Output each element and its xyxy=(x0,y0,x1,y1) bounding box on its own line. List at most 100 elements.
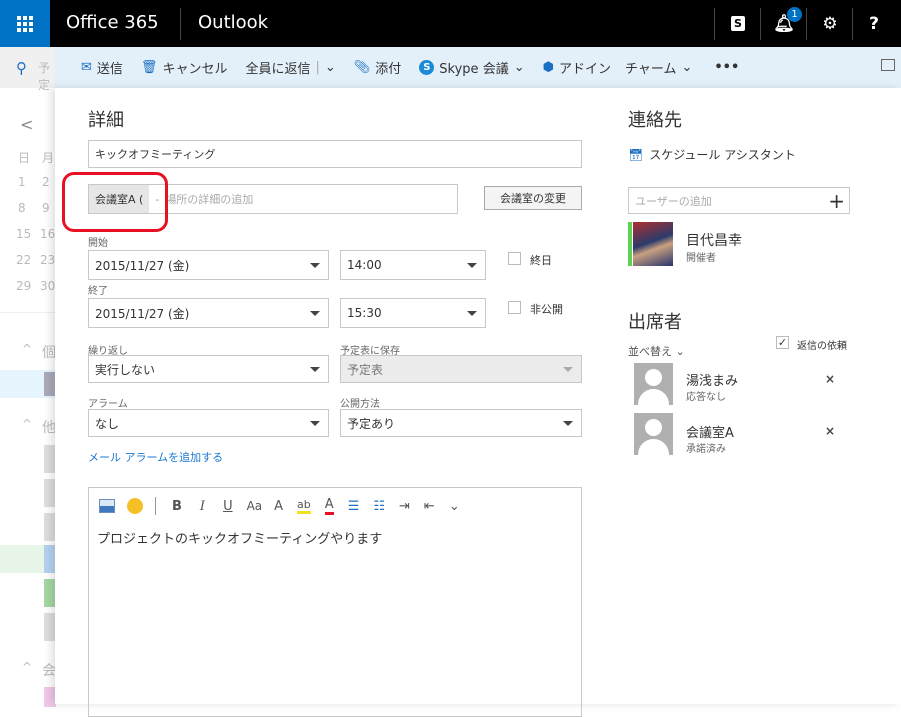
font-size-button[interactable]: Aa xyxy=(247,499,263,513)
attendee-status: 応答なし xyxy=(686,392,726,403)
addin-icon: ⬢ xyxy=(542,60,554,75)
cancel-button[interactable]: 🗑︎ キャンセル xyxy=(141,58,228,77)
save-to-calendar-select: 予定表 xyxy=(340,355,582,383)
section-header[interactable]: 他 xyxy=(42,417,56,437)
divider xyxy=(714,8,715,40)
attach-label: 添付 xyxy=(375,62,402,77)
divider xyxy=(155,497,156,515)
gear-icon[interactable]: ⚙ xyxy=(808,0,852,47)
start-time-select[interactable]: 14:00 xyxy=(340,250,486,280)
remove-attendee-icon[interactable]: × xyxy=(825,424,835,438)
calendar-day[interactable]: 15 xyxy=(16,227,31,241)
attach-button[interactable]: 📎︎ 添付 xyxy=(354,58,402,77)
underline-button[interactable]: U xyxy=(223,499,233,514)
calendar-day[interactable]: 30 xyxy=(40,279,55,293)
change-room-button[interactable]: 会議室の変更 xyxy=(484,186,582,210)
avatar xyxy=(634,363,673,405)
attendee-name[interactable]: 会議室A xyxy=(686,422,734,441)
end-time-select[interactable]: 15:30 xyxy=(340,298,486,328)
office-365-brand[interactable]: Office 365 xyxy=(66,12,159,33)
grow-font-button[interactable]: A xyxy=(274,499,283,514)
request-response-checkbox[interactable]: ✓ xyxy=(776,336,789,349)
organizer-photo xyxy=(633,222,673,266)
attendee-name[interactable]: 湯浅まみ xyxy=(686,370,738,389)
font-color-button[interactable]: A xyxy=(324,497,334,515)
highlight-icon[interactable]: ab xyxy=(297,498,311,514)
bell-icon[interactable]: 🔔︎ xyxy=(762,0,806,47)
private-label: 非公開 xyxy=(530,303,563,316)
more-button[interactable]: ••• xyxy=(714,60,739,75)
all-day-checkbox[interactable] xyxy=(508,252,521,265)
section-header[interactable]: 個 xyxy=(42,342,56,362)
insert-picture-icon[interactable] xyxy=(99,499,115,513)
indent-icon[interactable]: ⇥ xyxy=(399,499,410,514)
calendar-clock-icon: 📅︎ xyxy=(628,147,644,162)
dropdown-arrow-icon xyxy=(467,262,477,268)
chevron-down-icon[interactable]: ⌄ xyxy=(449,499,460,514)
charm-button[interactable]: チャーム ⌄ xyxy=(625,58,692,77)
help-button[interactable]: ? xyxy=(852,0,896,47)
sort-label: 並べ替え xyxy=(628,345,672,358)
prev-month-button[interactable]: < xyxy=(20,115,33,134)
calendar-pane: ⚲ 予定 < 日 月 12 89 15 16 22 23 29 30 ^ 個 ^ 他 ^ 会 xyxy=(0,47,60,707)
day-header: 日 xyxy=(18,151,31,165)
italic-button[interactable]: I xyxy=(200,499,205,514)
bullet-list-icon[interactable]: ☰ xyxy=(348,499,360,514)
start-date-select[interactable]: 2015/11/27 (金) xyxy=(88,250,329,280)
numbered-list-icon[interactable]: ☷ xyxy=(373,499,385,514)
sort-button[interactable]: 並べ替え ⌄ xyxy=(628,343,685,359)
schedule-assistant-label: スケジュール アシスタント xyxy=(649,148,796,162)
reply-all-button[interactable]: 全員に返信 | ⌄ xyxy=(245,58,335,77)
title-input[interactable]: キックオフミーティング xyxy=(88,140,582,168)
calendar-day[interactable]: 16 xyxy=(40,227,55,241)
sharepoint-icon[interactable]: S xyxy=(716,0,760,47)
end-date-select[interactable]: 2015/11/27 (金) xyxy=(88,298,329,328)
emoji-icon[interactable] xyxy=(127,498,143,514)
section-header[interactable]: 会 xyxy=(42,660,56,680)
body-text[interactable]: プロジェクトのキックオフミーティングやります xyxy=(97,528,382,547)
show-as-select[interactable]: 予定あり xyxy=(340,409,582,437)
dropdown-arrow-icon xyxy=(563,420,573,426)
add-user-input[interactable]: ユーザーの追加 + xyxy=(628,187,850,214)
app-launcher-button[interactable] xyxy=(0,0,50,47)
chevron-up-icon[interactable]: ^ xyxy=(22,660,32,674)
editor-toolbar: B I U Aa A ab A ☰ ☷ ⇥ ⇤ ⌄ xyxy=(99,497,460,515)
calendar-day[interactable]: 22 xyxy=(16,253,31,267)
body-editor[interactable]: B I U Aa A ab A ☰ ☷ ⇥ ⇤ ⌄ プロジェクトのキックオフミー… xyxy=(88,487,582,717)
chevron-up-icon[interactable]: ^ xyxy=(22,342,32,356)
send-button[interactable]: ✉ 送信 xyxy=(81,58,123,77)
remove-attendee-icon[interactable]: × xyxy=(825,372,835,386)
waffle-icon xyxy=(17,15,33,32)
add-mail-alarm-link[interactable]: メール アラームを追加する xyxy=(88,449,223,465)
dropdown-arrow-icon xyxy=(310,366,320,372)
calendar-day[interactable]: 8 xyxy=(18,201,26,215)
calendar-day[interactable]: 2 xyxy=(42,175,50,189)
bold-button[interactable]: B xyxy=(172,499,182,514)
location-placeholder: 場所の詳細の追加 xyxy=(165,193,254,206)
alarm-select[interactable]: なし xyxy=(88,409,329,437)
alarm-value: なし xyxy=(95,416,120,431)
popout-icon[interactable] xyxy=(881,59,895,71)
organizer-name[interactable]: 目代昌幸 xyxy=(686,230,742,250)
schedule-assistant-button[interactable]: 📅︎ スケジュール アシスタント xyxy=(628,146,796,163)
calendar-day[interactable]: 9 xyxy=(42,201,50,215)
outdent-icon[interactable]: ⇤ xyxy=(424,499,435,514)
chevron-down-icon[interactable]: ⌄ xyxy=(325,60,336,75)
addin-button[interactable]: ⬢ アドイン xyxy=(543,58,611,77)
event-form: 詳細 キックオフミーティング 会議室A ( - 場所の詳細の追加 会議室の変更 … xyxy=(55,88,901,717)
outlook-app-title[interactable]: Outlook xyxy=(198,12,268,33)
trash-icon: 🗑︎ xyxy=(140,60,158,75)
calendar-day[interactable]: 1 xyxy=(18,175,26,189)
calendar-day[interactable]: 23 xyxy=(40,253,55,267)
divider xyxy=(180,8,181,40)
skype-meeting-button[interactable]: S Skype 会議 ⌄ xyxy=(419,58,525,77)
private-checkbox[interactable] xyxy=(508,301,521,314)
command-toolbar: ✉ 送信 🗑︎ キャンセル 全員に返信 | ⌄ 📎︎ 添付 S Skype 会議 ⌄ ⬢ アドイ… xyxy=(55,47,901,88)
dropdown-arrow-icon xyxy=(467,310,477,316)
calendar-day[interactable]: 29 xyxy=(16,279,31,293)
repeat-select[interactable]: 実行しない xyxy=(88,355,329,383)
plus-icon[interactable]: + xyxy=(828,189,845,213)
chevron-up-icon[interactable]: ^ xyxy=(22,417,32,431)
search-icon[interactable]: ⚲ xyxy=(16,59,27,77)
cancel-label: キャンセル xyxy=(162,62,228,77)
